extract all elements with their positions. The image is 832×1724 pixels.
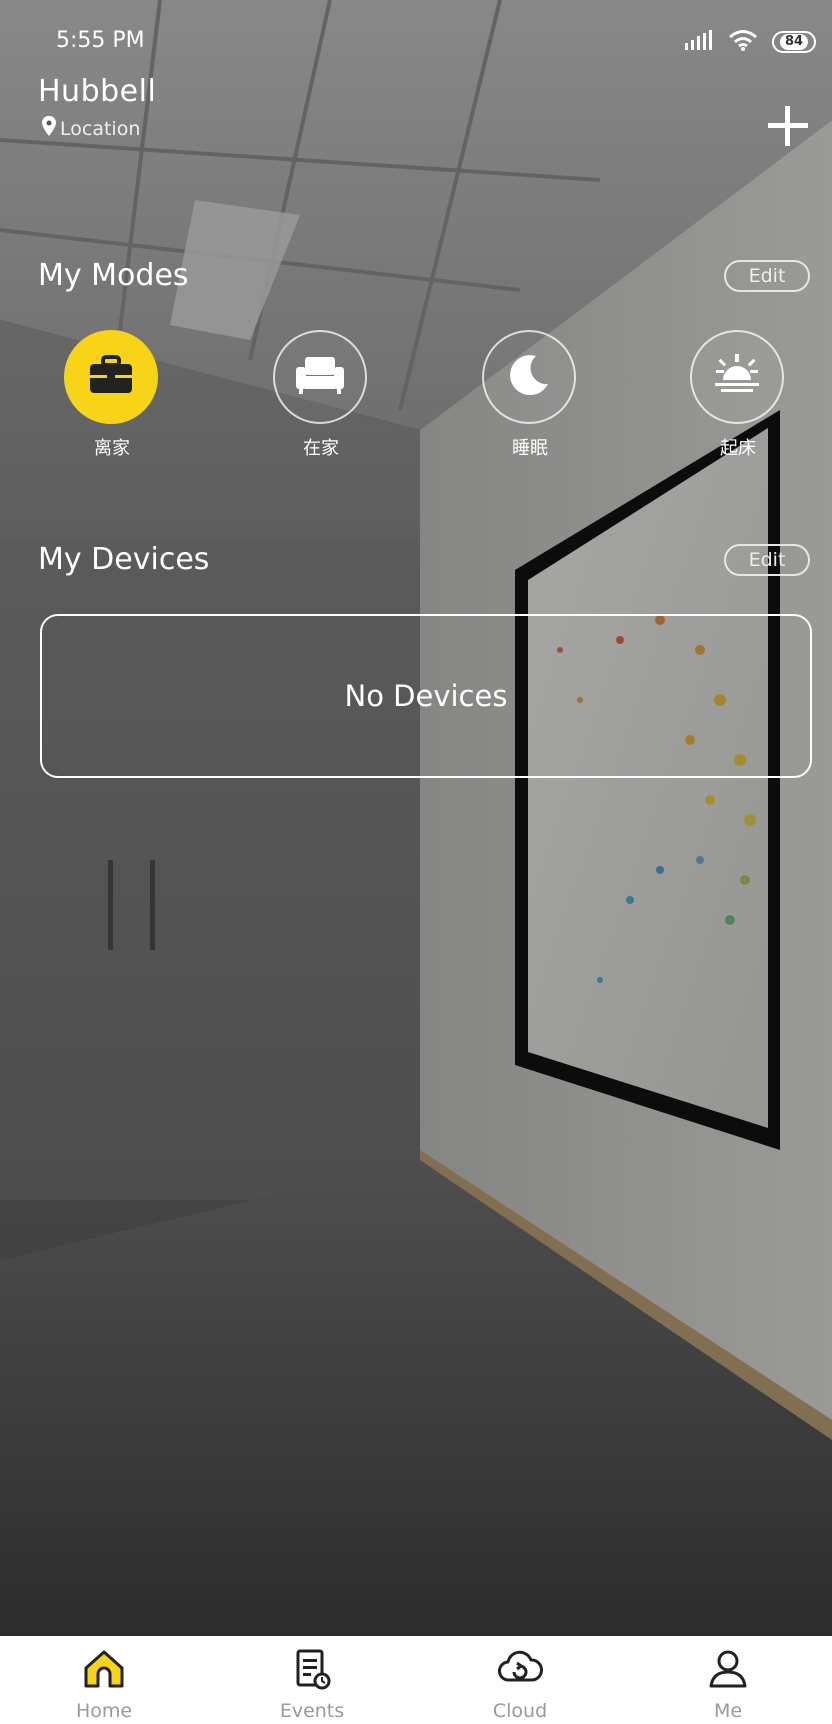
nav-cloud-label: Cloud: [492, 1700, 548, 1722]
mode-wake-circle: [690, 330, 784, 424]
nav-home-label: Home: [75, 1700, 133, 1722]
location-button[interactable]: Location: [42, 116, 140, 141]
sofa-icon: [295, 355, 345, 399]
mode-wake[interactable]: 起床: [690, 330, 786, 460]
plus-icon: [768, 106, 808, 146]
add-button[interactable]: [758, 96, 818, 156]
mode-home[interactable]: 在家: [273, 330, 369, 460]
nav-me-label: Me: [713, 1700, 743, 1722]
bottom-nav: Home Events Cloud Me: [0, 1636, 832, 1724]
moon-icon: [506, 352, 552, 402]
modes-title: My Modes: [38, 258, 189, 293]
map-pin-icon: [42, 116, 56, 141]
sunrise-icon: [712, 352, 762, 402]
status-time: 5:55 PM: [56, 28, 145, 53]
events-icon: [290, 1648, 334, 1694]
briefcase-icon: [88, 355, 134, 399]
wifi-icon: [728, 28, 758, 56]
battery-icon: 84: [772, 31, 816, 53]
nav-cloud[interactable]: Cloud: [416, 1636, 624, 1724]
cloud-icon: [495, 1648, 545, 1694]
home-title[interactable]: Hubbell: [38, 74, 156, 109]
modes-edit-button[interactable]: Edit: [724, 260, 810, 292]
location-label: Location: [60, 117, 141, 140]
mode-away-circle: [64, 330, 158, 424]
mode-sleep-label: 睡眠: [512, 438, 548, 459]
mode-home-label: 在家: [303, 438, 339, 459]
mode-home-circle: [273, 330, 367, 424]
mode-away[interactable]: 离家: [64, 330, 160, 460]
no-devices-text: No Devices: [344, 679, 508, 713]
nav-home[interactable]: Home: [0, 1636, 208, 1724]
mode-away-label: 离家: [94, 438, 130, 459]
signal-icon: [684, 29, 714, 55]
status-icons: 84: [684, 28, 816, 56]
nav-me[interactable]: Me: [624, 1636, 832, 1724]
mode-sleep-circle: [482, 330, 576, 424]
nav-events-label: Events: [279, 1700, 345, 1722]
mode-wake-label: 起床: [720, 438, 756, 459]
devices-title: My Devices: [38, 542, 210, 577]
mode-sleep[interactable]: 睡眠: [482, 330, 578, 460]
devices-edit-button[interactable]: Edit: [724, 544, 810, 576]
nav-events[interactable]: Events: [208, 1636, 416, 1724]
user-icon: [706, 1648, 750, 1694]
battery-level: 84: [779, 34, 809, 50]
background-overlay: [0, 0, 832, 1636]
devices-empty-card: No Devices: [40, 614, 812, 778]
home-icon: [82, 1648, 126, 1694]
